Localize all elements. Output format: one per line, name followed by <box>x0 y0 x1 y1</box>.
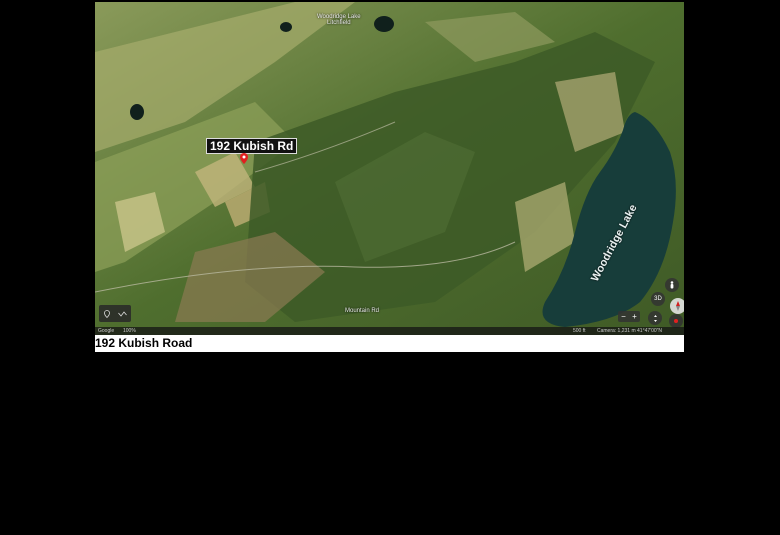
place-label[interactable]: 192 Kubish Rd <box>206 138 298 154</box>
path-icon[interactable] <box>118 310 128 318</box>
map-status-bar: Google 100% 500 ft Camera: 1,231 m 41°47… <box>95 327 684 335</box>
compass-icon[interactable] <box>670 298 684 314</box>
google-logo: Google <box>98 328 115 334</box>
location-icon[interactable] <box>103 309 111 318</box>
caption: 192 Kubish Road <box>95 335 684 352</box>
zoom-percent: 100% <box>123 328 136 334</box>
road-label: Mountain Rd <box>345 308 380 314</box>
terrain-imagery <box>95 2 684 335</box>
3d-toggle-button[interactable]: 3D <box>651 292 665 306</box>
zoom-control: − + <box>618 311 640 322</box>
map-toolbar <box>99 305 131 322</box>
zoom-out-button[interactable]: − <box>621 312 626 321</box>
pan-icon[interactable] <box>648 311 662 325</box>
streetview-icon[interactable] <box>669 314 683 328</box>
satellite-map[interactable]: 192 Kubish Rd Woodridge Lake Woodridge L… <box>95 2 684 335</box>
zoom-in-button[interactable]: + <box>632 312 637 321</box>
location-pin-icon[interactable] <box>240 153 248 164</box>
scale-bar: 500 ft <box>573 328 586 334</box>
person-icon[interactable] <box>665 278 679 292</box>
camera-readout: Camera: 1,231 m 41°47'00"N 73°11'01"W <box>597 328 663 334</box>
town-label: Woodridge Lake Litchfield <box>317 14 361 26</box>
